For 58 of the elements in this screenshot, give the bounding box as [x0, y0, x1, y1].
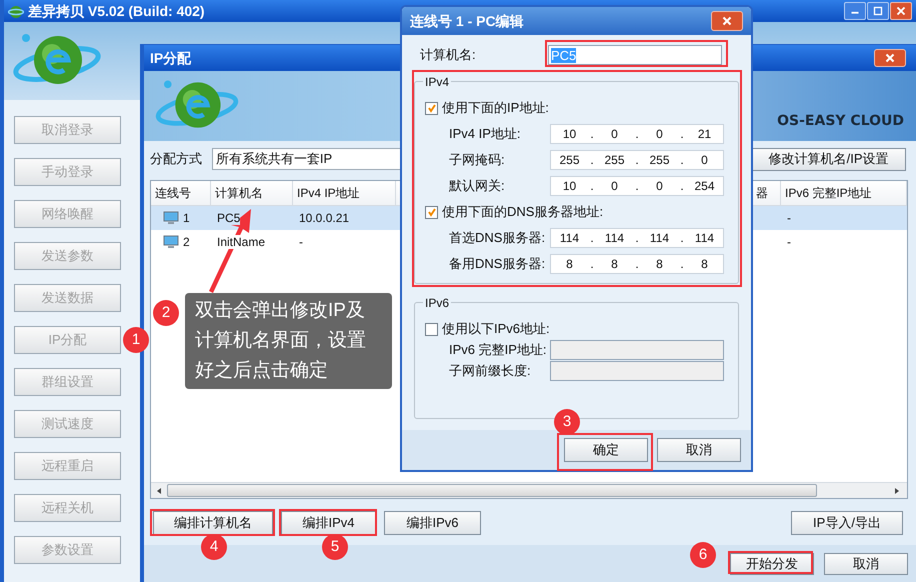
separator-dot: . [679, 126, 685, 143]
table-cell-text: 2 [183, 234, 190, 251]
separator-dot: . [634, 178, 640, 195]
table-cell-text: 10.0.0.21 [298, 210, 350, 227]
octet-text: 0 [700, 152, 709, 169]
octet-text: 255 [558, 152, 581, 169]
separator-dot: . [679, 230, 685, 247]
dialog-title: 连线号 1 - PC编辑 [410, 12, 524, 30]
field-label: IPv4 IP地址: [449, 125, 522, 144]
octet-text: 0 [610, 126, 619, 143]
field-label: 首选DNS服务器: [449, 229, 546, 248]
table-cell: PC5 [217, 211, 240, 225]
table-cell-text: - [786, 234, 792, 251]
octet-text: 8 [565, 256, 574, 273]
table-cell-text: - [786, 210, 792, 227]
table-cell-text: 1 [183, 210, 190, 227]
octet-text: 21 [696, 126, 712, 143]
separator-dot: . [634, 126, 640, 143]
octet-text: 254 [693, 178, 716, 195]
window-title: IP分配 [150, 48, 192, 68]
separator-dot: . [589, 178, 595, 195]
field-label: 子网掩码: [449, 151, 506, 170]
octet-text: 114 [558, 230, 580, 247]
separator-dot: . [634, 152, 640, 169]
separator-dot: . [589, 126, 595, 143]
separator-dot: . [679, 256, 685, 273]
separator-dot: . [589, 256, 595, 273]
octet-text: 0 [610, 178, 619, 195]
octet-text: 10 [562, 178, 578, 195]
octet-text: 114 [604, 230, 626, 247]
separator-dot: . [634, 230, 640, 247]
separator-dot: . [634, 256, 640, 273]
separator-dot: . [589, 152, 595, 169]
octet-text: 8 [700, 256, 709, 273]
window-title: 差异拷贝 V5.02 (Build: 402) [28, 2, 205, 21]
callout-tooltip: 双击会弹出修改IP及计算机名界面，设置好之后点击确定 [185, 293, 392, 389]
table-cell-text: - [298, 234, 304, 251]
brand-logo: OS-EASY CLOUD [777, 112, 904, 130]
octet-text: 0 [655, 126, 664, 143]
field-label: 备用DNS服务器: [449, 255, 546, 274]
separator-dot: . [679, 152, 685, 169]
table-cell: InitName [217, 235, 266, 249]
field-label: 子网前缀长度: [449, 362, 532, 380]
field-label: 分配方式 [150, 150, 203, 168]
separator-dot: . [589, 230, 595, 247]
field-label: IPv6 完整IP地址: [449, 341, 548, 360]
field-label: 默认网关: [449, 177, 506, 196]
octet-text: 255 [603, 152, 626, 169]
octet-text: 8 [610, 256, 619, 273]
octet-text: 0 [655, 178, 664, 195]
separator-dot: . [679, 178, 685, 195]
octet-text: 114 [648, 230, 670, 247]
octet-text: 114 [694, 230, 716, 247]
octet-text: 10 [562, 126, 578, 143]
field-label: 计算机名: [420, 46, 477, 64]
selected-text: PC5 [551, 48, 576, 62]
octet-text: 255 [648, 152, 671, 169]
octet-text: 8 [655, 256, 664, 273]
